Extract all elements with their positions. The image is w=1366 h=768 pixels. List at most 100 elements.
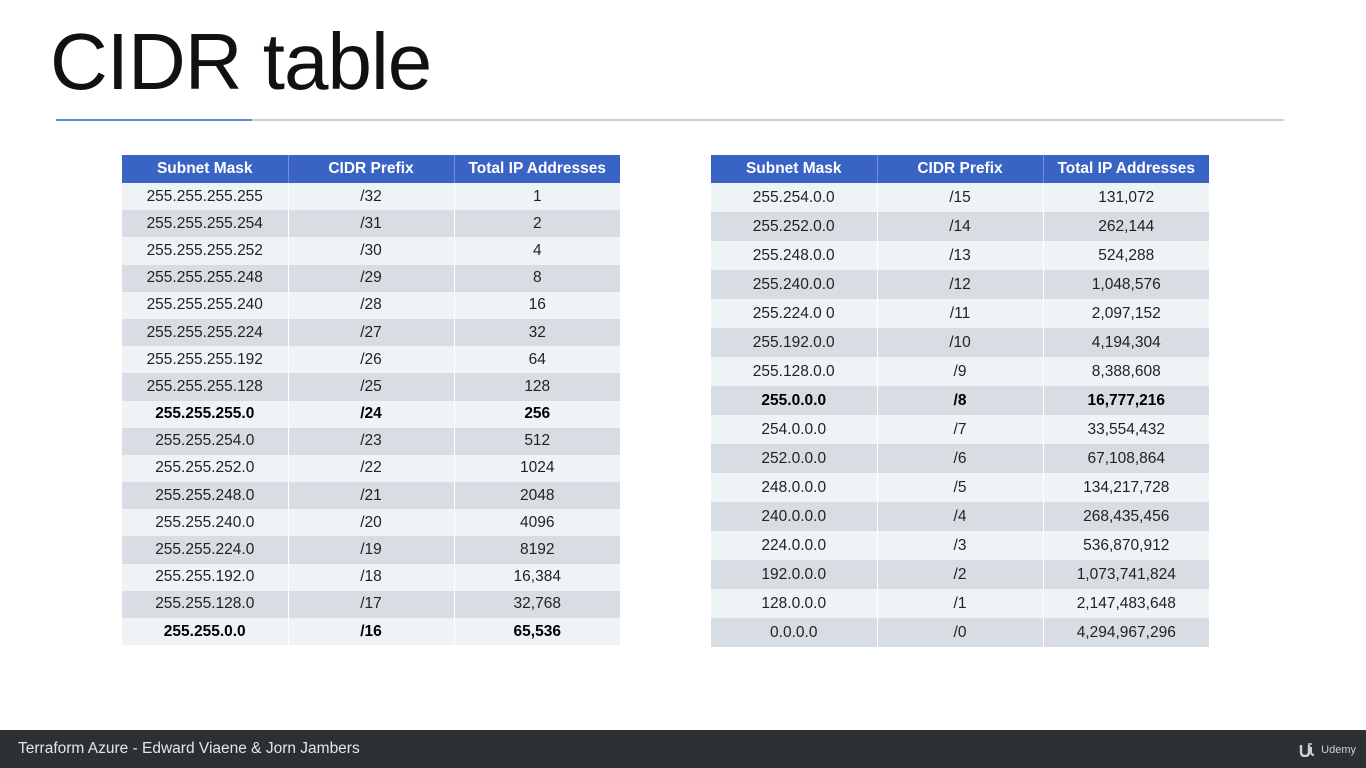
title-divider <box>56 119 1284 121</box>
title-divider-accent <box>56 119 252 121</box>
cell-total-ip-addresses: 8 <box>454 264 620 292</box>
cell-subnet-mask: 255.255.255.255 <box>122 183 289 211</box>
table-row: 255.255.128.0/17 32,768 <box>122 590 620 618</box>
cell-subnet-mask: 255.255.128.0 <box>122 590 289 618</box>
cidr-table-right: Subnet Mask CIDR Prefix Total IP Address… <box>711 155 1209 647</box>
cell-subnet-mask: 255.255.0.0 <box>122 618 289 646</box>
cell-total-ip-addresses: 8,388,608 <box>1043 357 1209 386</box>
table-row: 224.0.0.0/3 536,870,912 <box>711 531 1209 560</box>
cell-total-ip-addresses: 256 <box>454 400 620 428</box>
cell-subnet-mask: 255.255.255.248 <box>122 264 289 292</box>
cell-total-ip-addresses: 536,870,912 <box>1043 531 1209 560</box>
cell-subnet-mask: 255.255.254.0 <box>122 427 289 455</box>
cell-total-ip-addresses: 16,384 <box>454 563 620 591</box>
cell-cidr-prefix: /28 <box>288 291 455 319</box>
cell-subnet-mask: 255.255.240.0 <box>122 509 289 537</box>
cell-cidr-prefix: /10 <box>877 328 1044 357</box>
table-row: 255.0.0.0/8 16,777,216 <box>711 386 1209 415</box>
cell-total-ip-addresses: 512 <box>454 427 620 455</box>
cell-total-ip-addresses: 4096 <box>454 509 620 537</box>
cell-subnet-mask: 255.255.255.252 <box>122 237 289 265</box>
footer-course-title: Terraform Azure - Edward Viaene & Jorn J… <box>18 740 360 757</box>
udemy-logo-text: Udemy <box>1321 744 1356 756</box>
cell-total-ip-addresses: 134,217,728 <box>1043 473 1209 502</box>
cell-cidr-prefix: /6 <box>877 444 1044 473</box>
cidr-table-left: Subnet Mask CIDR Prefix Total IP Address… <box>122 155 620 646</box>
cell-cidr-prefix: /2 <box>877 560 1044 589</box>
header-cidr-prefix: CIDR Prefix <box>877 155 1044 183</box>
cell-total-ip-addresses: 16 <box>454 291 620 319</box>
table-row: 0.0.0.0/0 4,294,967,296 <box>711 618 1209 647</box>
table-row: 255.255.254.0/23 512 <box>122 427 620 455</box>
cell-cidr-prefix: /32 <box>288 183 455 211</box>
cell-subnet-mask: 255.255.255.0 <box>122 400 289 428</box>
header-cidr-prefix: CIDR Prefix <box>288 155 455 183</box>
cell-cidr-prefix: /19 <box>288 536 455 564</box>
cell-cidr-prefix: /27 <box>288 318 455 347</box>
cell-cidr-prefix: /18 <box>288 563 455 591</box>
cell-total-ip-addresses: 32 <box>454 318 620 347</box>
cell-cidr-prefix: /0 <box>877 618 1044 647</box>
cell-total-ip-addresses: 524,288 <box>1043 241 1209 270</box>
cell-total-ip-addresses: 65,536 <box>454 618 620 646</box>
cell-subnet-mask: 224.0.0.0 <box>711 531 878 560</box>
cell-cidr-prefix: /21 <box>288 482 455 510</box>
table-row: 240.0.0.0/4 268,435,456 <box>711 502 1209 531</box>
cell-cidr-prefix: /24 <box>288 400 455 428</box>
cell-subnet-mask: 255.255.255.224 <box>122 318 289 347</box>
cell-cidr-prefix: /5 <box>877 473 1044 502</box>
table-row: 255.255.192.0/18 16,384 <box>122 563 620 591</box>
table-row: 255.192.0.0/10 4,194,304 <box>711 328 1209 357</box>
cell-total-ip-addresses: 1024 <box>454 454 620 483</box>
cell-subnet-mask: 255.254.0.0 <box>711 183 878 212</box>
cell-subnet-mask: 255.240.0.0 <box>711 270 878 299</box>
footer-bar: Terraform Azure - Edward Viaene & Jorn J… <box>0 730 1366 768</box>
header-subnet-mask: Subnet Mask <box>711 155 878 183</box>
slide-title: CIDR table <box>50 17 432 106</box>
cell-total-ip-addresses: 32,768 <box>454 590 620 618</box>
cell-total-ip-addresses: 67,108,864 <box>1043 444 1209 473</box>
cell-total-ip-addresses: 4,194,304 <box>1043 328 1209 357</box>
cell-cidr-prefix: /13 <box>877 241 1044 270</box>
cell-cidr-prefix: /22 <box>288 454 455 483</box>
cell-total-ip-addresses: 4,294,967,296 <box>1043 618 1209 647</box>
table-row: 252.0.0.0/6 67,108,864 <box>711 444 1209 473</box>
cell-subnet-mask: 254.0.0.0 <box>711 415 878 444</box>
table-row: 255.255.255.254/31 2 <box>122 210 620 238</box>
cell-cidr-prefix: /23 <box>288 427 455 455</box>
cell-subnet-mask: 255.255.255.240 <box>122 291 289 319</box>
cell-subnet-mask: 252.0.0.0 <box>711 444 878 473</box>
cell-total-ip-addresses: 2048 <box>454 482 620 510</box>
cell-cidr-prefix: /7 <box>877 415 1044 444</box>
table-row: 255.255.255.248/29 8 <box>122 264 620 292</box>
cell-subnet-mask: 255.255.248.0 <box>122 482 289 510</box>
cell-total-ip-addresses: 2,097,152 <box>1043 299 1209 328</box>
table-row: 255.255.240.0/20 4096 <box>122 509 620 537</box>
header-subnet-mask: Subnet Mask <box>122 155 289 183</box>
cell-cidr-prefix: /4 <box>877 502 1044 531</box>
cell-subnet-mask: 255.128.0.0 <box>711 357 878 386</box>
table-row: 255.255.255.252/30 4 <box>122 237 620 265</box>
cell-subnet-mask: 0.0.0.0 <box>711 618 878 647</box>
table-header-row: Subnet Mask CIDR Prefix Total IP Address… <box>122 155 620 183</box>
header-total-ip-addresses: Total IP Addresses <box>1043 155 1209 183</box>
cell-cidr-prefix: /14 <box>877 212 1044 241</box>
cell-total-ip-addresses: 1 <box>454 183 620 211</box>
cell-cidr-prefix: /17 <box>288 590 455 618</box>
cell-subnet-mask: 255.224.0 0 <box>711 299 878 328</box>
cell-total-ip-addresses: 128 <box>454 373 620 401</box>
table-row: 254.0.0.0/7 33,554,432 <box>711 415 1209 444</box>
cell-total-ip-addresses: 64 <box>454 346 620 374</box>
cell-cidr-prefix: /3 <box>877 531 1044 560</box>
cell-total-ip-addresses: 1,048,576 <box>1043 270 1209 299</box>
udemy-logo: Udemy <box>1299 743 1356 757</box>
cell-cidr-prefix: /8 <box>877 386 1044 415</box>
cell-subnet-mask: 128.0.0.0 <box>711 589 878 618</box>
table-row: 255.255.255.240/28 16 <box>122 291 620 319</box>
table-row: 255.254.0.0/15 131,072 <box>711 183 1209 212</box>
table-row: 255.255.255.255/32 1 <box>122 183 620 211</box>
cell-subnet-mask: 255.255.252.0 <box>122 454 289 483</box>
cell-subnet-mask: 255.255.224.0 <box>122 536 289 564</box>
table-row: 255.255.255.0/24 256 <box>122 400 620 428</box>
cell-subnet-mask: 255.255.255.254 <box>122 210 289 238</box>
